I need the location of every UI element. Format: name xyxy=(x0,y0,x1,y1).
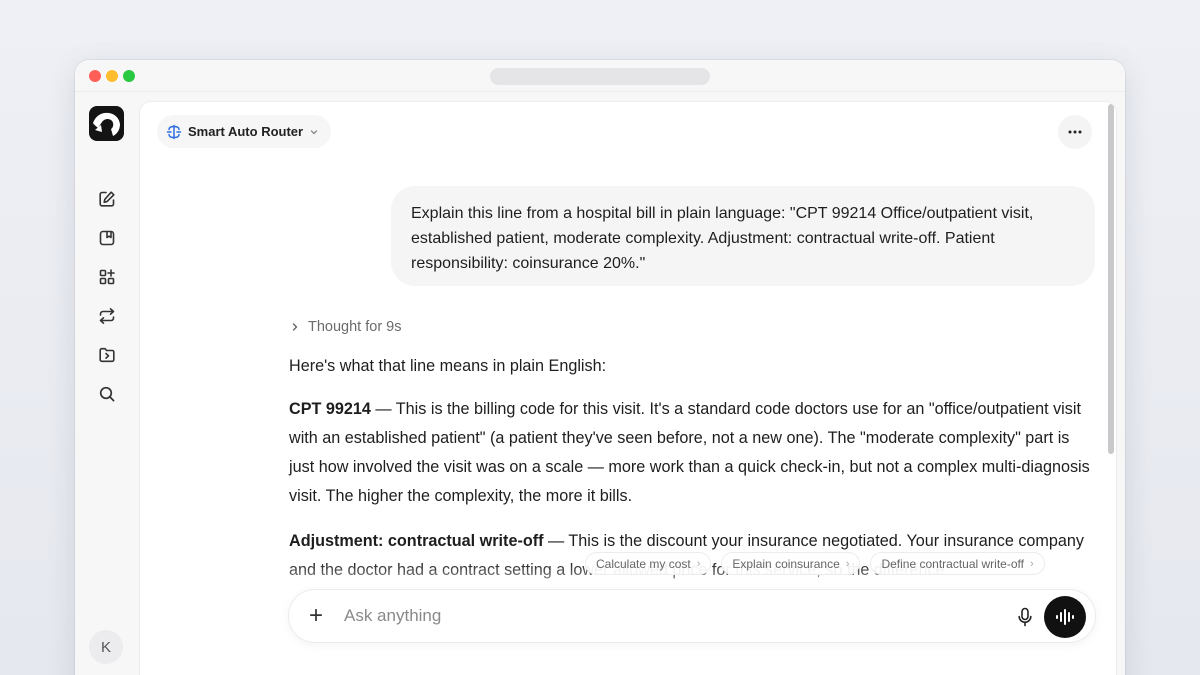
answer-term: Adjustment: contractual write-off xyxy=(289,532,544,550)
model-selector-button[interactable]: Smart Auto Router xyxy=(157,115,332,148)
app-window: K Smart Auto Router Explain this line fr… xyxy=(75,60,1125,675)
chat-panel: Smart Auto Router Explain this line from… xyxy=(139,101,1117,675)
suggestion-label: Define contractual write-off xyxy=(881,556,1024,571)
suggestion-calculate-cost[interactable]: Calculate my cost › xyxy=(585,552,712,575)
composer: + xyxy=(288,589,1096,643)
new-chat-icon[interactable] xyxy=(96,188,118,210)
title-bar xyxy=(75,60,1125,92)
app-logo[interactable] xyxy=(89,106,124,141)
thought-label: Thought for 9s xyxy=(308,319,402,335)
router-icon xyxy=(166,124,182,139)
library-icon[interactable] xyxy=(96,227,118,249)
more-icon xyxy=(1068,130,1082,134)
dictate-button[interactable] xyxy=(1011,603,1039,631)
logo-mark xyxy=(93,112,120,136)
attach-button[interactable]: + xyxy=(301,601,331,631)
voice-icon xyxy=(1056,609,1074,625)
chevron-down-icon xyxy=(310,129,318,134)
minimize-window-button[interactable] xyxy=(106,70,118,82)
suggestion-define-write-off[interactable]: Define contractual write-off › xyxy=(870,552,1045,575)
suggestion-chips: Calculate my cost › Explain coinsurance … xyxy=(585,552,1045,575)
answer-intro: Here's what that line means in plain Eng… xyxy=(289,357,607,375)
chevron-right-icon: › xyxy=(1029,557,1034,570)
close-window-button[interactable] xyxy=(89,70,101,82)
answer-section: CPT 99214 — This is the billing code for… xyxy=(289,395,1099,511)
suggestion-explain-coinsurance[interactable]: Explain coinsurance › xyxy=(721,552,861,575)
user-message-bubble: Explain this line from a hospital bill i… xyxy=(391,186,1095,286)
prompt-input[interactable] xyxy=(344,603,984,629)
search-icon[interactable] xyxy=(96,383,118,405)
voice-mode-button[interactable] xyxy=(1044,596,1086,638)
address-bar[interactable] xyxy=(490,68,710,85)
answer-term: CPT 99214 xyxy=(289,400,371,418)
switch-icon[interactable] xyxy=(96,305,118,327)
answer-text: — This is the billing code for this visi… xyxy=(289,400,1090,505)
chevron-right-icon xyxy=(292,323,298,331)
zoom-window-button[interactable] xyxy=(123,70,135,82)
chevron-right-icon: › xyxy=(696,557,701,570)
scrollbar-thumb[interactable] xyxy=(1108,104,1114,454)
scrollbar[interactable] xyxy=(1106,102,1116,675)
user-avatar[interactable]: K xyxy=(89,630,123,664)
thought-toggle[interactable]: Thought for 9s xyxy=(290,316,402,338)
suggestion-label: Calculate my cost xyxy=(596,556,691,571)
suggestion-label: Explain coinsurance xyxy=(732,556,840,571)
model-label: Smart Auto Router xyxy=(188,124,304,139)
mic-icon xyxy=(1018,607,1032,627)
more-options-button[interactable] xyxy=(1058,115,1092,149)
sidebar: K xyxy=(75,93,138,675)
chevron-right-icon: › xyxy=(845,557,850,570)
folder-icon[interactable] xyxy=(96,344,118,366)
apps-icon[interactable] xyxy=(96,266,118,288)
